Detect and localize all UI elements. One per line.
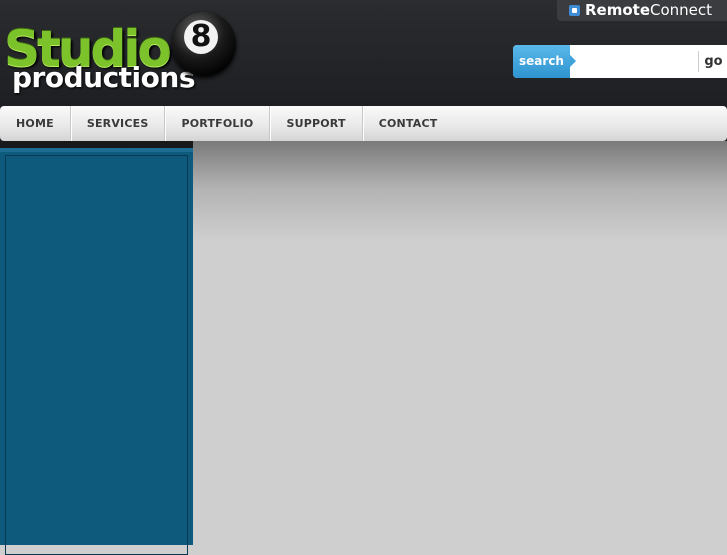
eight-ball-icon: 8 xyxy=(172,12,236,76)
nav-services[interactable]: SERVICES xyxy=(71,106,166,141)
search-go-button[interactable]: go xyxy=(698,51,727,72)
main-nav: HOME SERVICES PORTFOLIO SUPPORT CONTACT xyxy=(0,106,727,141)
search-label: search xyxy=(513,45,576,78)
logo-productions-text: productions xyxy=(12,61,195,94)
studio8-logo[interactable]: Studio productions 8 xyxy=(0,10,240,100)
search-input[interactable] xyxy=(575,49,709,76)
ball-number: 8 xyxy=(190,19,212,54)
remote-label-bold: Remote xyxy=(585,1,651,19)
remote-connect-link[interactable]: RemoteConnect xyxy=(557,0,727,21)
nav-home[interactable]: HOME xyxy=(0,106,71,141)
remote-connect-icon xyxy=(569,5,580,16)
sidebar-panel xyxy=(0,148,193,555)
search-box: search go xyxy=(513,45,727,78)
nav-support[interactable]: SUPPORT xyxy=(270,106,363,141)
nav-contact[interactable]: CONTACT xyxy=(363,106,454,141)
remote-label-rest: Connect xyxy=(650,1,713,19)
nav-portfolio[interactable]: PORTFOLIO xyxy=(165,106,271,141)
main-content xyxy=(193,141,727,545)
sidebar-content xyxy=(5,155,188,555)
